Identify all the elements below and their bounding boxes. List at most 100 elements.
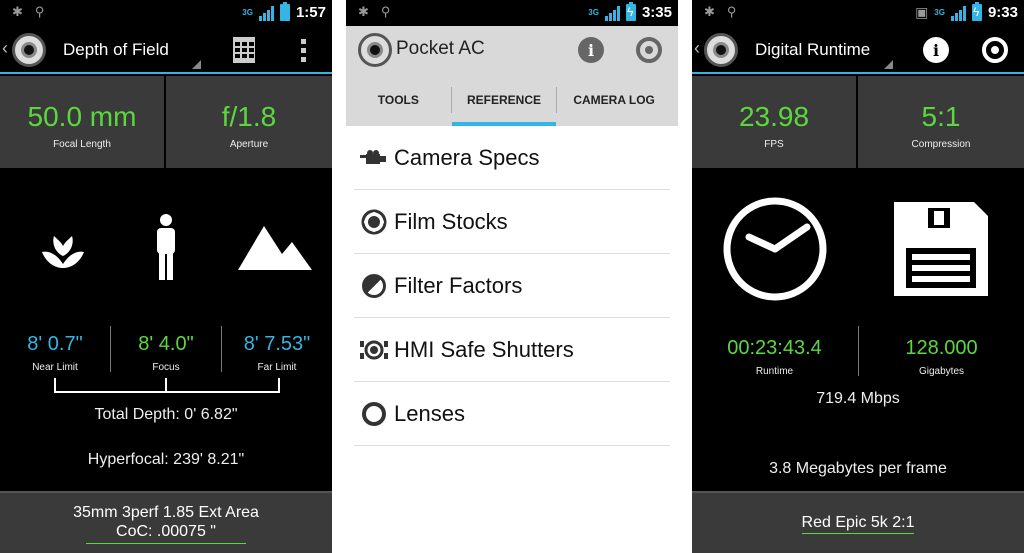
list-item-label: Lenses xyxy=(394,400,465,426)
frame-size: 3.8 Megabytes per frame xyxy=(769,460,947,477)
app-logo-icon[interactable] xyxy=(12,33,46,67)
person-icon[interactable] xyxy=(155,214,177,280)
bitrate: 719.4 Mbps xyxy=(816,390,900,407)
aperture-value: f/1.8 xyxy=(221,101,277,132)
screen-title-dropdown[interactable]: Depth of Field xyxy=(63,40,169,60)
gigabytes-label: Gigabytes xyxy=(918,366,965,377)
camera-format-selector[interactable]: Red Epic 5k 2:1 xyxy=(692,491,1024,553)
near-limit[interactable]: 8' 0.7" Near Limit xyxy=(0,333,110,373)
filter-icon xyxy=(362,273,386,298)
calculator-icon[interactable] xyxy=(233,37,255,63)
list-item-label: HMI Safe Shutters xyxy=(394,336,574,362)
network-type: 3G xyxy=(934,7,945,17)
network-type: 3G xyxy=(588,7,599,17)
dropdown-indicator-icon xyxy=(192,60,201,69)
reference-list: Camera Specs Film Stocks Filter Factors … xyxy=(346,126,678,446)
dropdown-indicator-icon xyxy=(884,60,893,69)
focus-label: Focus xyxy=(152,362,180,373)
settings-icon[interactable] xyxy=(982,37,1008,63)
focal-length-label: Focal Length xyxy=(53,139,111,150)
near-limit-value: 8' 0.7" xyxy=(27,333,83,355)
list-item-lenses[interactable]: Lenses xyxy=(354,382,670,446)
fps-cell[interactable]: 23.98 FPS xyxy=(692,76,856,168)
list-item-label: Filter Factors xyxy=(394,272,523,298)
far-limit-label: Far Limit xyxy=(257,362,297,373)
tab-reference[interactable]: REFERENCE xyxy=(451,74,557,126)
app-logo-icon[interactable] xyxy=(704,33,738,67)
near-limit-label: Near Limit xyxy=(32,362,78,373)
pocket-ac-screen: ✱ ⚲ 3G ϟ 3:35 Pocket AC i TOOLS REFERENCE… xyxy=(346,0,678,553)
signal-icon xyxy=(950,5,966,21)
clock-time: 1:57 xyxy=(295,4,326,21)
status-bar: ✱ ⚲ 3G ϟ 3:35 xyxy=(346,0,678,26)
info-icon[interactable]: i xyxy=(923,37,949,63)
hmi-light-icon xyxy=(360,340,388,359)
network-type: 3G xyxy=(242,7,253,17)
clock-icon[interactable] xyxy=(722,196,828,302)
usb-icon: ⚲ xyxy=(726,4,737,19)
fps-value: 23.98 xyxy=(738,101,810,132)
focal-length-cell[interactable]: 50.0 mm Focal Length xyxy=(0,76,164,168)
film-reel-icon xyxy=(361,209,387,234)
runtime-label: Runtime xyxy=(755,366,794,377)
clock-time: 3:35 xyxy=(641,4,672,21)
list-item-film-stocks[interactable]: Film Stocks xyxy=(354,190,670,254)
action-bar: ‹ Depth of Field xyxy=(0,26,332,74)
floppy-disk-icon[interactable] xyxy=(894,202,988,296)
runtime[interactable]: 00:23:43.4 Runtime xyxy=(692,337,857,377)
aperture-label: Aperture xyxy=(229,139,269,150)
signal-icon xyxy=(258,5,274,21)
list-item-filter-factors[interactable]: Filter Factors xyxy=(354,254,670,318)
signal-icon xyxy=(604,5,620,21)
focus-distance[interactable]: 8' 4.0" Focus xyxy=(111,333,221,373)
settings-icon[interactable] xyxy=(636,37,662,63)
gigabytes-value: 128.000 xyxy=(905,337,978,359)
depth-bracket xyxy=(54,378,280,393)
format-label: 35mm 3perf 1.85 Ext Area xyxy=(73,504,259,521)
far-limit[interactable]: 8' 7.53" Far Limit xyxy=(222,333,332,373)
list-item-label: Camera Specs xyxy=(394,144,540,170)
coc-label: CoC: .00075 " xyxy=(86,523,246,544)
back-icon[interactable]: ‹ xyxy=(694,38,700,59)
tab-bar: TOOLS REFERENCE CAMERA LOG xyxy=(346,74,678,126)
action-bar: ‹ Digital Runtime i xyxy=(692,26,1024,74)
format-selector[interactable]: 35mm 3perf 1.85 Ext Area CoC: .00075 " xyxy=(0,491,332,553)
mountains-icon[interactable] xyxy=(238,226,312,270)
gigabytes[interactable]: 128.000 Gigabytes xyxy=(859,337,1024,377)
compression-cell[interactable]: 5:1 Compression xyxy=(858,76,1024,168)
list-item-camera-specs[interactable]: Camera Specs xyxy=(354,126,670,190)
screen-title-dropdown[interactable]: Digital Runtime xyxy=(755,40,870,60)
info-icon[interactable]: i xyxy=(578,37,604,63)
debug-icon: ✱ xyxy=(12,4,23,19)
battery-charging-icon: ϟ xyxy=(625,2,636,21)
list-item-label: Film Stocks xyxy=(394,208,508,234)
battery-charging-icon: ϟ xyxy=(971,2,982,21)
tab-tools[interactable]: TOOLS xyxy=(346,74,451,126)
overflow-menu-icon[interactable] xyxy=(290,37,316,63)
hyperfocal-distance: Hyperfocal: 239' 8.21" xyxy=(87,451,245,468)
digital-runtime-screen: ✱ ⚲ ▣ 3G ϟ 9:33 ‹ Digital Runtime i 23.98… xyxy=(692,0,1024,553)
far-limit-value: 8' 7.53" xyxy=(243,333,311,355)
runtime-value: 00:23:43.4 xyxy=(727,337,822,359)
aperture-cell[interactable]: f/1.8 Aperture xyxy=(166,76,332,168)
compression-label: Compression xyxy=(911,139,971,150)
app-title: Pocket AC xyxy=(396,38,485,59)
tab-camera-log[interactable]: CAMERA LOG xyxy=(557,74,678,126)
macro-flower-icon[interactable] xyxy=(40,232,86,272)
focus-value: 8' 4.0" xyxy=(138,333,194,355)
focal-length-value: 50.0 mm xyxy=(27,101,137,132)
battery-icon xyxy=(279,2,290,21)
status-bar: ✱ ⚲ 3G 1:57 xyxy=(0,0,332,26)
back-icon[interactable]: ‹ xyxy=(2,38,8,59)
lens-icon xyxy=(362,401,386,426)
camera-format-label: Red Epic 5k 2:1 xyxy=(801,514,915,534)
vibrate-icon: ▣ xyxy=(915,4,929,20)
usb-icon: ⚲ xyxy=(380,4,391,19)
depth-of-field-screen: ✱ ⚲ 3G 1:57 ‹ Depth of Field 50.0 mm Foca… xyxy=(0,0,332,553)
clock-time: 9:33 xyxy=(987,4,1018,21)
debug-icon: ✱ xyxy=(358,4,369,19)
camera-icon xyxy=(360,149,386,164)
fps-label: FPS xyxy=(764,139,784,150)
app-logo-icon[interactable] xyxy=(358,33,392,67)
list-item-hmi-safe-shutters[interactable]: HMI Safe Shutters xyxy=(354,318,670,382)
